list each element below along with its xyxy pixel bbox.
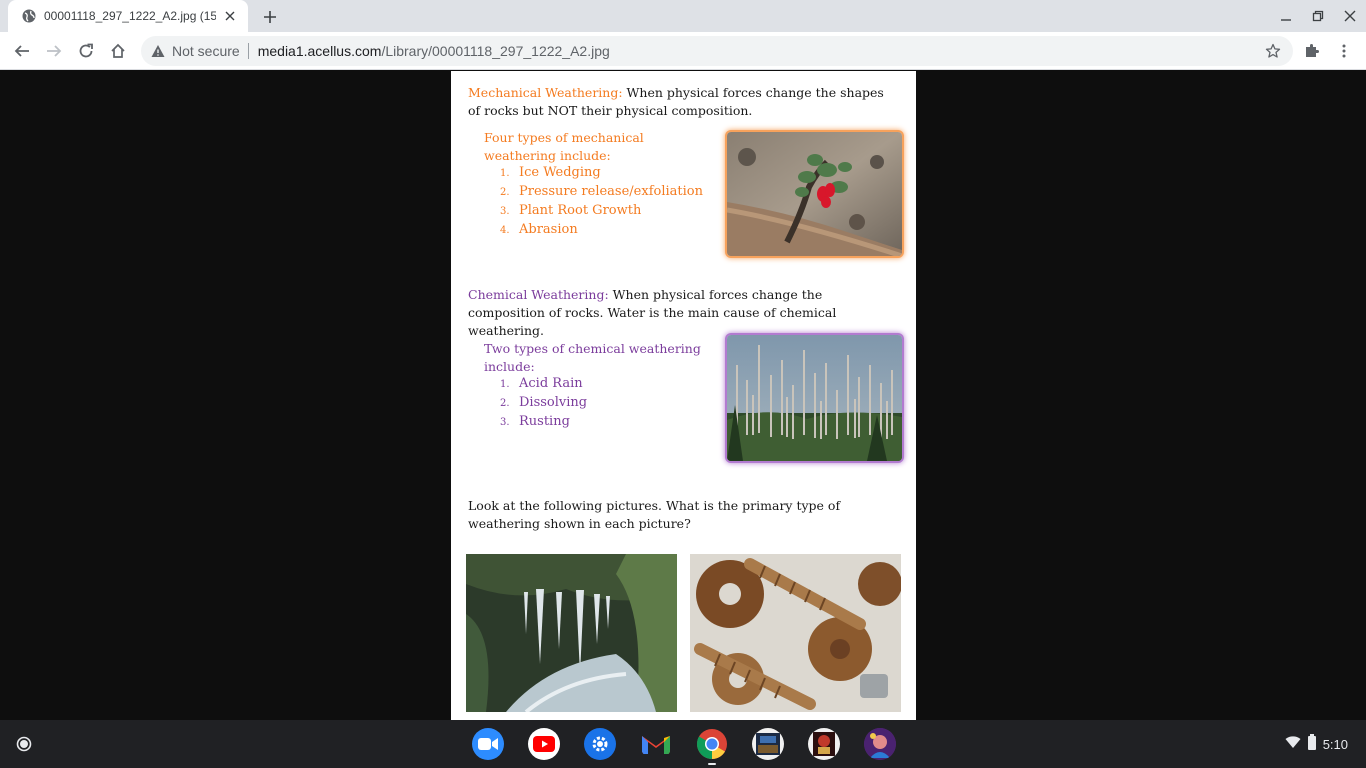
url-host[interactable]: media1.acellus.com xyxy=(258,43,382,59)
list-item: 3. Plant Root Growth xyxy=(500,203,642,218)
extensions-puzzle-icon[interactable] xyxy=(1300,39,1324,63)
list-item: 2. Pressure release/exfoliation xyxy=(500,184,703,199)
forward-arrow-icon[interactable] xyxy=(42,39,66,63)
youtube-app-icon[interactable] xyxy=(528,728,560,760)
worksheet-image: Mechanical Weathering: When physical for… xyxy=(451,71,916,720)
wifi-icon xyxy=(1285,735,1301,754)
list-item: 3. Rusting xyxy=(500,414,570,429)
list-item: 2. Dissolving xyxy=(500,395,588,410)
gmail-app-icon[interactable] xyxy=(640,728,672,760)
list-item: 4. Abrasion xyxy=(500,222,578,237)
bookmark-star-icon[interactable] xyxy=(1265,43,1281,59)
system-shelf: 5:10 xyxy=(0,720,1366,768)
icicle-cave-photo xyxy=(466,554,677,712)
home-icon[interactable] xyxy=(106,39,130,63)
battery-icon xyxy=(1307,733,1317,755)
launcher-button[interactable] xyxy=(8,728,40,760)
plant-root-photo xyxy=(727,132,902,256)
status-tray[interactable]: 5:10 xyxy=(1277,730,1356,758)
list-item: 1. Acid Rain xyxy=(500,376,583,391)
rusty-bolts-photo xyxy=(690,554,901,712)
game-app-3-icon[interactable] xyxy=(864,728,896,760)
chrome-app-icon[interactable] xyxy=(696,728,728,760)
restore-icon[interactable] xyxy=(1308,6,1328,26)
chemical-list: 1. Acid Rain 2. Dissolving 3. Rusting xyxy=(500,375,587,432)
clock-time: 5:10 xyxy=(1322,736,1348,752)
reload-icon[interactable] xyxy=(74,39,98,63)
mechanical-term: Mechanical Weathering: xyxy=(468,85,623,100)
game-app-1-icon[interactable] xyxy=(752,728,784,760)
new-tab-button[interactable] xyxy=(258,5,282,29)
tab-title: 00001118_297_1222_A2.jpg (15 xyxy=(44,9,216,23)
url-path[interactable]: /Library/00001118_297_1222_A2.jpg xyxy=(381,43,609,59)
list-item: 1. Ice Wedging xyxy=(500,165,601,180)
address-bar[interactable]: Not secure media1.acellus.com /Library/0… xyxy=(141,36,1293,66)
chemical-list-intro: Two types of chemical weathering include… xyxy=(484,341,701,374)
mechanical-list: 1. Ice Wedging 2. Pressure release/exfolia… xyxy=(500,164,703,240)
image-viewer: Mechanical Weathering: When physical for… xyxy=(0,71,1366,720)
close-window-icon[interactable] xyxy=(1340,6,1360,26)
mechanical-list-intro: Four types of mechanical weathering incl… xyxy=(484,130,644,163)
mechanical-definition: Mechanical Weathering: When physical for… xyxy=(468,84,898,120)
omnibox-divider xyxy=(247,43,249,59)
back-arrow-icon[interactable] xyxy=(10,39,34,63)
active-app-indicator xyxy=(708,763,716,765)
tab-strip: 00001118_297_1222_A2.jpg (15 xyxy=(0,0,1366,32)
settings-gear-icon[interactable] xyxy=(584,728,616,760)
security-label[interactable]: Not secure xyxy=(172,43,240,59)
browser-toolbar: Not secure media1.acellus.com /Library/0… xyxy=(0,32,1366,70)
globe-icon xyxy=(22,9,36,23)
game-app-2-icon[interactable] xyxy=(808,728,840,760)
chemical-definition: Chemical Weathering: When physical force… xyxy=(468,286,898,340)
zoom-app-icon[interactable] xyxy=(472,728,504,760)
acid-rain-forest-photo xyxy=(727,335,902,461)
chemical-term: Chemical Weathering: xyxy=(468,287,609,302)
question-text: Look at the following pictures. What is … xyxy=(468,498,841,531)
close-tab-icon[interactable] xyxy=(222,8,238,24)
warning-icon[interactable] xyxy=(151,44,165,58)
menu-kebab-icon[interactable] xyxy=(1332,39,1356,63)
browser-tab[interactable]: 00001118_297_1222_A2.jpg (15 xyxy=(8,0,248,32)
minimize-icon[interactable] xyxy=(1276,6,1296,26)
